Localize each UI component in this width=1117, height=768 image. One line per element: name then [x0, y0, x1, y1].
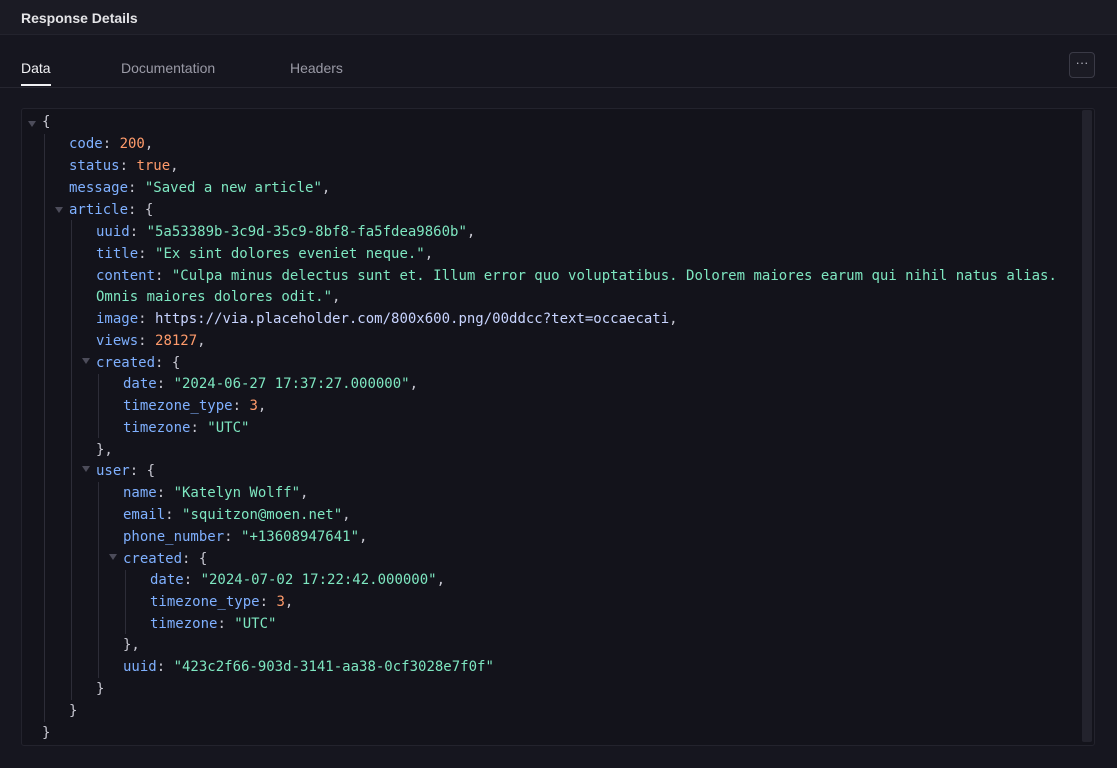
json-line: { — [42, 114, 51, 130]
json-line: timezone: "UTC" — [123, 420, 250, 436]
json-line: timezone_type: 3, — [150, 594, 294, 610]
json-line: uuid: "5a53389b-3c9d-35c9-8bf8-fa5fdea98… — [96, 224, 476, 240]
json-line: status: true, — [69, 158, 179, 174]
json-line: timezone_type: 3, — [123, 398, 267, 414]
indent-guide — [71, 220, 72, 700]
indent-guide — [44, 134, 45, 722]
json-line: title: "Ex sint dolores eveniet neque.", — [96, 246, 434, 262]
json-line: user: { — [96, 463, 156, 479]
json-tree: { code: 200, status: true, message: "Sav… — [0, 0, 1117, 768]
json-line: image: https://via.placeholder.com/800x6… — [96, 311, 678, 327]
json-line: code: 200, — [69, 136, 154, 152]
json-line: content: "Culpa minus delectus sunt et. … — [96, 268, 1057, 284]
image-url-link[interactable]: https://via.placeholder.com/800x600.png/… — [155, 311, 669, 327]
collapse-caret-icon[interactable] — [82, 466, 90, 472]
json-line: uuid: "423c2f66-903d-3141-aa38-0cf3028e7… — [123, 659, 494, 675]
json-line: created: { — [123, 551, 208, 567]
collapse-caret-icon[interactable] — [82, 358, 90, 364]
json-line: Omnis maiores dolores odit.", — [96, 289, 341, 305]
json-line: views: 28127, — [96, 333, 206, 349]
json-line: timezone: "UTC" — [150, 616, 277, 632]
indent-guide — [98, 374, 99, 438]
json-line: }, — [96, 442, 113, 458]
json-line: } — [42, 725, 51, 741]
json-line: }, — [123, 637, 140, 653]
json-line: } — [96, 681, 105, 697]
json-line: } — [69, 703, 78, 719]
json-line: message: "Saved a new article", — [69, 180, 331, 196]
collapse-caret-icon[interactable] — [109, 554, 117, 560]
json-line: date: "2024-07-02 17:22:42.000000", — [150, 572, 446, 588]
collapse-caret-icon[interactable] — [28, 121, 36, 127]
json-line: article: { — [69, 202, 154, 218]
indent-guide — [98, 482, 99, 678]
json-line: date: "2024-06-27 17:37:27.000000", — [123, 376, 419, 392]
json-line: email: "squitzon@moen.net", — [123, 507, 351, 523]
collapse-caret-icon[interactable] — [55, 207, 63, 213]
indent-guide — [125, 570, 126, 634]
json-line: phone_number: "+13608947641", — [123, 529, 368, 545]
json-line: name: "Katelyn Wolff", — [123, 485, 309, 501]
json-line: created: { — [96, 355, 181, 371]
